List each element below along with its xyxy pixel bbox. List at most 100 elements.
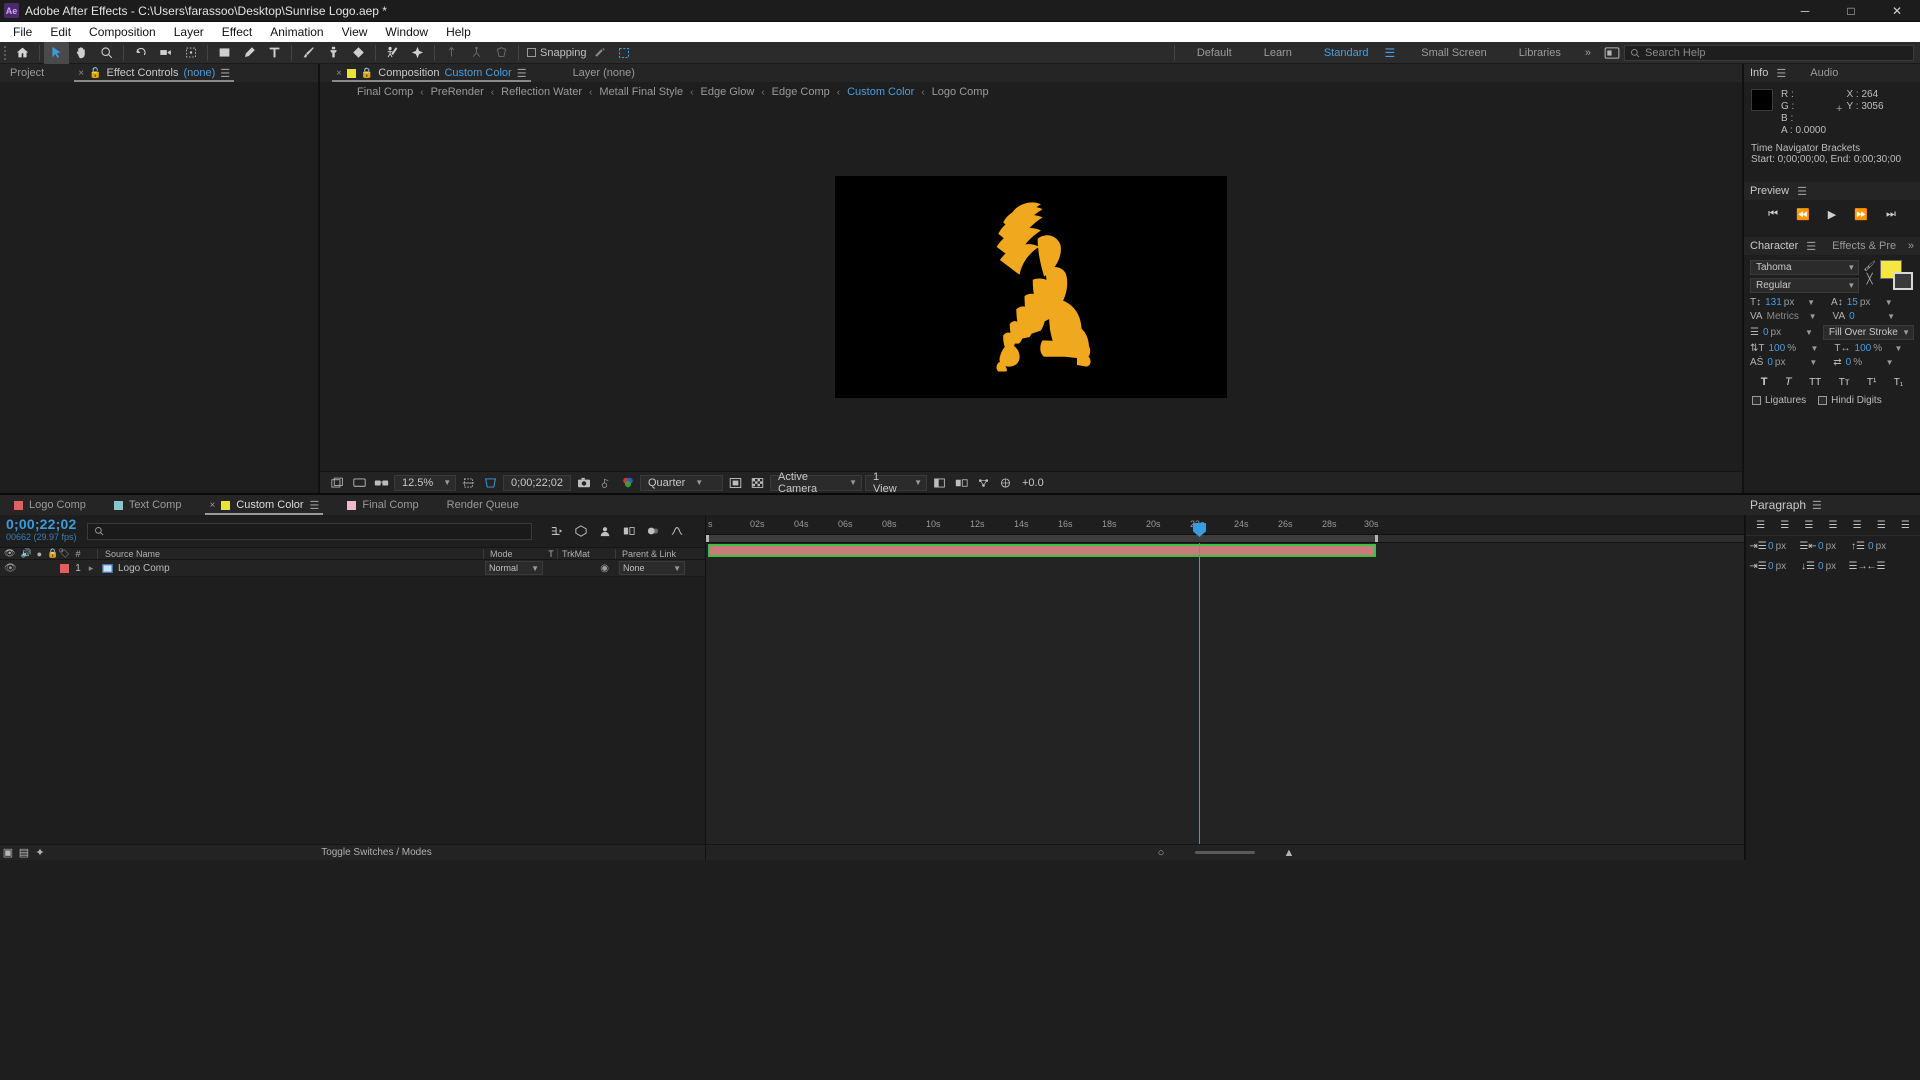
table-row[interactable]: 👁 1 ▸ Logo Comp Normal ▼ ◉ None ▼: [0, 560, 705, 577]
fill-stroke-order-dropdown[interactable]: Fill Over Stroke ▼: [1822, 325, 1914, 340]
zoom-in-icon[interactable]: ▲: [1281, 845, 1297, 861]
close-button[interactable]: ✕: [1874, 0, 1920, 22]
menu-file[interactable]: File: [4, 23, 41, 41]
enable-frame-blending-icon[interactable]: [618, 521, 640, 541]
composition-canvas[interactable]: [835, 175, 1227, 398]
close-icon[interactable]: ×: [78, 68, 84, 79]
next-frame-icon[interactable]: ⏩: [1854, 208, 1868, 221]
close-icon[interactable]: ×: [209, 500, 215, 511]
work-area-bar[interactable]: [706, 535, 1744, 543]
workspace-learn[interactable]: Learn: [1248, 47, 1308, 59]
solo-switch-icon[interactable]: ●: [37, 549, 42, 559]
menu-effect[interactable]: Effect: [213, 23, 261, 41]
font-style-dropdown[interactable]: Regular ▼: [1750, 278, 1860, 293]
composition-mini-flowchart-icon[interactable]: [546, 521, 568, 541]
vertical-scale-field[interactable]: 100%: [1769, 343, 1807, 354]
tab-composition[interactable]: × 🔒 Composition Custom Color ☰: [326, 64, 537, 82]
panel-menu-icon[interactable]: ☰: [310, 499, 320, 512]
share-view-axes-icon[interactable]: [930, 474, 949, 492]
leading-field[interactable]: 15 px: [1847, 297, 1881, 308]
show-snapshot-icon[interactable]: [596, 474, 615, 492]
chevron-down-icon[interactable]: ▼: [1895, 344, 1903, 353]
always-preview-icon[interactable]: [350, 474, 369, 492]
home-icon[interactable]: [10, 42, 35, 64]
font-family-dropdown[interactable]: Tahoma ▼: [1750, 260, 1860, 275]
hide-shy-layers-icon[interactable]: [594, 521, 616, 541]
audio-switch-icon[interactable]: 🔊: [20, 548, 31, 559]
chevron-down-icon[interactable]: ▼: [1809, 312, 1817, 321]
panel-menu-icon[interactable]: ☰: [1812, 499, 1822, 512]
panel-menu-icon[interactable]: ☰: [1797, 185, 1807, 198]
workspace-menu-icon[interactable]: ☰: [1385, 46, 1396, 60]
play-icon[interactable]: ▶: [1828, 208, 1836, 221]
timeline-tab-custom-color[interactable]: × Custom Color ☰: [195, 495, 333, 515]
view-axis-mode-icon[interactable]: [489, 42, 514, 64]
type-tool-icon[interactable]: [262, 42, 287, 64]
current-time-indicator[interactable]: [1193, 523, 1206, 844]
layer-list-empty-area[interactable]: [0, 577, 705, 844]
maximize-button[interactable]: □: [1828, 0, 1874, 22]
layer-label-color[interactable]: [57, 563, 71, 573]
view-layout-dropdown[interactable]: 1 View ▼: [865, 471, 927, 495]
chevron-down-icon[interactable]: ▼: [1807, 298, 1815, 307]
local-axis-mode-icon[interactable]: [439, 42, 464, 64]
camera-tool-icon[interactable]: [153, 42, 178, 64]
anchor-point-tool-icon[interactable]: [178, 42, 203, 64]
tsume-field[interactable]: 0%: [1846, 357, 1882, 368]
breadcrumb-item-reflection-water[interactable]: Reflection Water: [494, 86, 589, 98]
panel-menu-icon[interactable]: ☰: [1806, 240, 1816, 253]
pixel-aspect-correction-icon[interactable]: [952, 474, 971, 492]
snap-target-icon[interactable]: [612, 42, 637, 64]
exposure-value[interactable]: +0.0: [1022, 477, 1044, 489]
breadcrumb-item-custom-color[interactable]: Custom Color: [840, 86, 921, 98]
workspace-libraries[interactable]: Libraries: [1503, 47, 1577, 59]
layer-mode-dropdown[interactable]: Normal ▼: [485, 561, 543, 575]
menu-layer[interactable]: Layer: [165, 23, 213, 41]
tracking-field[interactable]: 0: [1849, 311, 1883, 322]
justify-last-center-icon[interactable]: ☰: [1849, 518, 1865, 532]
timeline-current-time[interactable]: 0;00;22;02: [6, 517, 77, 531]
timeline-tab-logo-comp[interactable]: Logo Comp: [0, 495, 100, 515]
lock-icon[interactable]: 🔓: [89, 68, 101, 79]
align-center-icon[interactable]: ☰: [1777, 518, 1793, 532]
tab-layer[interactable]: Layer (none): [563, 64, 645, 82]
eyedropper-icon[interactable]: 🖌: [1863, 261, 1876, 272]
layer-trkmat[interactable]: ◉: [557, 563, 615, 574]
snapping-toggle[interactable]: Snapping: [527, 47, 587, 59]
chevron-down-icon[interactable]: ▼: [1805, 328, 1813, 337]
justify-last-right-icon[interactable]: ☰: [1873, 518, 1889, 532]
indent-first-line-field[interactable]: 0 px: [1768, 561, 1798, 572]
chevron-down-icon[interactable]: ▼: [1886, 358, 1894, 367]
toggle-switches-modes-button[interactable]: Toggle Switches / Modes: [321, 847, 432, 858]
space-before-field[interactable]: 0 px: [1868, 541, 1898, 552]
chevron-down-icon[interactable]: ▼: [1887, 312, 1895, 321]
all-caps-button[interactable]: TT: [1809, 377, 1821, 388]
timeline-tab-final-comp[interactable]: Final Comp: [333, 495, 432, 515]
composition-viewer[interactable]: [320, 102, 1742, 471]
resolution-dropdown[interactable]: Quarter ▼: [640, 474, 723, 491]
tab-audio[interactable]: Audio: [1810, 67, 1838, 79]
menu-edit[interactable]: Edit: [41, 23, 80, 41]
roto-brush-tool-icon[interactable]: [380, 42, 405, 64]
tab-effect-controls[interactable]: × 🔓 Effect Controls (none) ☰: [68, 64, 240, 82]
breadcrumb-item-prerender[interactable]: PreRender: [424, 86, 491, 98]
workspace-small-screen[interactable]: Small Screen: [1405, 47, 1502, 59]
rectangle-tool-icon[interactable]: [212, 42, 237, 64]
world-axis-mode-icon[interactable]: [464, 42, 489, 64]
rotation-tool-icon[interactable]: [128, 42, 153, 64]
camera-view-dropdown[interactable]: Active Camera ▼: [770, 471, 862, 495]
timeline-link-icon[interactable]: [996, 474, 1015, 492]
align-left-icon[interactable]: ☰: [1753, 518, 1769, 532]
no-stroke-icon[interactable]: ╳: [1867, 274, 1873, 285]
expand-arrow-icon[interactable]: ▸: [85, 563, 97, 574]
horizontal-scale-field[interactable]: 100%: [1855, 343, 1891, 354]
ligatures-checkbox-box[interactable]: [1752, 396, 1761, 405]
hindi-digits-checkbox-box[interactable]: [1818, 396, 1828, 405]
ligatures-checkbox[interactable]: Ligatures: [1752, 395, 1806, 406]
layer-parent-dropdown[interactable]: None ▼: [619, 561, 685, 575]
minimize-button[interactable]: ─: [1782, 0, 1828, 22]
screen-share-icon[interactable]: [1599, 42, 1624, 64]
video-switch-icon[interactable]: 👁: [4, 563, 17, 574]
region-of-interest-icon[interactable]: [481, 474, 500, 492]
brush-tool-icon[interactable]: [296, 42, 321, 64]
